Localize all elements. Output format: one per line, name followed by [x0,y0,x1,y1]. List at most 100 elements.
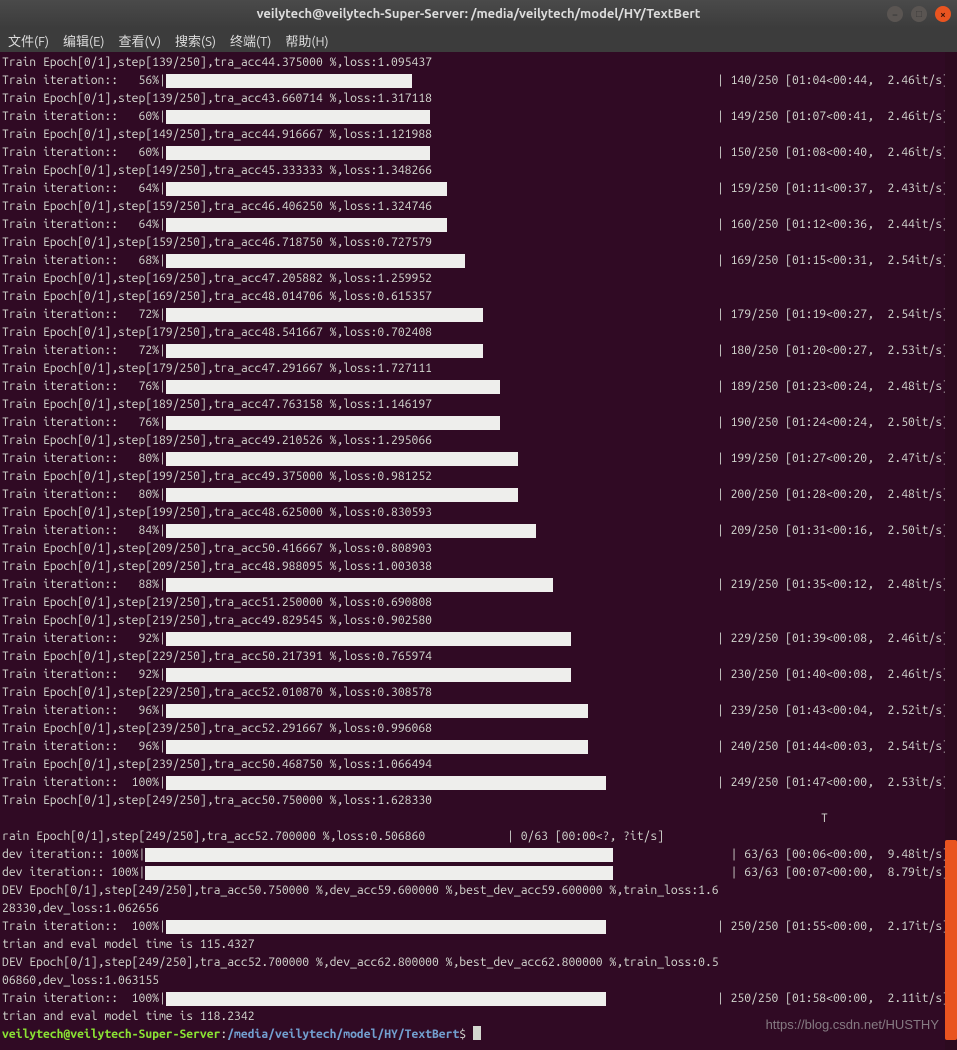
progress-bar [145,848,613,862]
train-iteration-prefix: Train iteration:: 76%| [2,378,166,396]
watermark-text: https://blog.csdn.net/HUSTHY [766,1016,939,1034]
train-iteration-prefix: Train iteration:: 80%| [2,450,166,468]
progress-bar [166,488,518,502]
train-iteration-prefix: Train iteration:: 80%| [2,486,166,504]
terminal-line: Train iteration:: 100%|| 249/250 [01:47<… [2,774,957,792]
progress-bar [166,632,571,646]
terminal-line: Train iteration:: 64%| | 160/250 [01:12<0… [2,216,957,234]
progress-bar [166,308,483,322]
close-button[interactable]: × [935,6,951,22]
terminal-line: Train iteration:: 56%| | 140/250 [01:04<0… [2,72,957,90]
log-text: rain Epoch[0/1],step[249/250],tra_acc52.… [2,828,664,846]
log-text: Train Epoch[0/1],step[199/250],tra_acc49… [2,468,432,486]
terminal-line: DEV Epoch[0/1],step[249/250],tra_acc52.7… [2,954,957,972]
progress-bar [166,992,606,1006]
log-text: 28330,dev_loss:1.062656 [2,900,159,918]
train-iteration-prefix: Train iteration:: 96%| [2,702,166,720]
menu-search[interactable]: 搜索(S) [175,31,216,50]
window-titlebar: veilytech@veilytech-Super-Server: /media… [0,0,957,28]
minimize-button[interactable]: − [887,6,903,22]
log-text: T [2,810,828,828]
progress-bar [145,866,613,880]
progress-stats: | 160/250 [01:12<00:36, 2.44it/s] [717,216,957,234]
menu-edit[interactable]: 编辑(E) [63,31,104,50]
terminal-line: Train Epoch[0/1],step[219/250],tra_acc51… [2,594,957,612]
terminal-line: dev iteration:: 100%| | 63/63 [00:06<00:0… [2,846,957,864]
progress-stats: | 240/250 [01:44<00:03, 2.54it/s] [717,738,957,756]
progress-stats: | 230/250 [01:40<00:08, 2.46it/s] [717,666,957,684]
terminal-line: Train Epoch[0/1],step[169/250],tra_acc48… [2,288,957,306]
progress-stats: | 190/250 [01:24<00:24, 2.50it/s] [717,414,957,432]
window-controls: − □ × [887,6,951,22]
terminal-line: Train Epoch[0/1],step[139/250],tra_acc43… [2,90,957,108]
log-text: Train Epoch[0/1],step[189/250],tra_acc49… [2,432,432,450]
terminal-line: Train Epoch[0/1],step[159/250],tra_acc46… [2,234,957,252]
progress-stats: | 63/63 [00:06<00:00, 9.48it/s] [731,846,957,864]
prompt-path: /media/veilytech/model/HY/TextBert [227,1026,459,1044]
terminal-line: Train Epoch[0/1],step[219/250],tra_acc49… [2,612,957,630]
log-text: Train Epoch[0/1],step[219/250],tra_acc49… [2,612,432,630]
terminal-line: Train Epoch[0/1],step[169/250],tra_acc47… [2,270,957,288]
terminal-line: Train iteration:: 96%| | 240/250 [01:44<0… [2,738,957,756]
progress-bar [166,344,483,358]
log-text: DEV Epoch[0/1],step[249/250],tra_acc50.7… [2,882,719,900]
menu-help[interactable]: 帮助(H) [285,31,328,50]
terminal-line: Train iteration:: 88%|| 219/250 [01:35<0… [2,576,957,594]
menu-view[interactable]: 查看(V) [119,31,161,50]
progress-stats: | 239/250 [01:43<00:04, 2.52it/s] [717,702,957,720]
terminal-line: Train iteration:: 60%|| 150/250 [01:08<0… [2,144,957,162]
terminal-line: Train iteration:: 76%| | 189/250 [01:23<0… [2,378,957,396]
scrollbar-thumb[interactable] [945,840,957,1040]
train-iteration-prefix: Train iteration:: 96%| [2,738,166,756]
progress-stats: | 180/250 [01:20<00:27, 2.53it/s] [717,342,957,360]
terminal-line: Train iteration:: 96%| | 239/250 [01:43<0… [2,702,957,720]
progress-stats: | 250/250 [01:55<00:00, 2.17it/s] [717,918,957,936]
train-iteration-prefix: Train iteration:: 64%| [2,216,166,234]
terminal-area[interactable]: Train Epoch[0/1],step[139/250],tra_acc44… [0,52,957,1050]
dev-iteration-prefix: dev iteration:: 100%| [2,846,145,864]
train-iteration-prefix: Train iteration:: 100%| [2,774,166,792]
terminal-line: Train Epoch[0/1],step[199/250],tra_acc49… [2,468,957,486]
progress-bar [166,578,553,592]
terminal-line: Train Epoch[0/1],step[199/250],tra_acc48… [2,504,957,522]
scrollbar-track[interactable] [945,52,957,1050]
progress-stats: | 200/250 [01:28<00:20, 2.48it/s] [717,486,957,504]
log-text: Train Epoch[0/1],step[169/250],tra_acc48… [2,288,432,306]
progress-stats: | 149/250 [01:07<00:41, 2.46it/s] [717,108,957,126]
terminal-line: Train Epoch[0/1],step[179/250],tra_acc47… [2,360,957,378]
progress-stats: | 140/250 [01:04<00:44, 2.46it/s] [717,72,957,90]
train-iteration-prefix: Train iteration:: 72%| [2,342,166,360]
window-title: veilytech@veilytech-Super-Server: /media… [257,7,701,21]
progress-bar [166,416,500,430]
terminal-line: Train Epoch[0/1],step[209/250],tra_acc50… [2,540,957,558]
log-text: Train Epoch[0/1],step[239/250],tra_acc50… [2,756,432,774]
log-text: Train Epoch[0/1],step[209/250],tra_acc48… [2,558,432,576]
progress-bar [166,110,430,124]
log-text: Train Epoch[0/1],step[179/250],tra_acc47… [2,360,432,378]
log-text: Train Epoch[0/1],step[169/250],tra_acc47… [2,270,432,288]
train-iteration-prefix: Train iteration:: 56%| [2,72,166,90]
progress-bar [166,920,606,934]
terminal-line: trian and eval model time is 115.4327 [2,936,957,954]
log-text: Train Epoch[0/1],step[189/250],tra_acc47… [2,396,432,414]
progress-bar [166,452,518,466]
log-text: Train Epoch[0/1],step[179/250],tra_acc48… [2,324,432,342]
train-iteration-prefix: Train iteration:: 72%| [2,306,166,324]
progress-stats: | 189/250 [01:23<00:24, 2.48it/s] [717,378,957,396]
terminal-line: T [2,810,957,828]
menu-terminal[interactable]: 终端(T) [230,31,271,50]
menubar: 文件(F) 编辑(E) 查看(V) 搜索(S) 终端(T) 帮助(H) [0,28,957,52]
maximize-button[interactable]: □ [911,6,927,22]
train-iteration-prefix: Train iteration:: 68%| [2,252,166,270]
terminal-line: Train Epoch[0/1],step[139/250],tra_acc44… [2,54,957,72]
terminal-line: rain Epoch[0/1],step[249/250],tra_acc52.… [2,828,957,846]
terminal-line: Train iteration:: 68%|| 169/250 [01:15<0… [2,252,957,270]
progress-stats: | 250/250 [01:58<00:00, 2.11it/s] [717,990,957,1008]
terminal-line: Train iteration:: 84%|| 209/250 [01:31<0… [2,522,957,540]
progress-stats: | 199/250 [01:27<00:20, 2.47it/s] [717,450,957,468]
progress-stats: | 209/250 [01:31<00:16, 2.50it/s] [717,522,957,540]
terminal-line: Train iteration:: 72%| | 180/250 [01:20<0… [2,342,957,360]
menu-file[interactable]: 文件(F) [8,31,49,50]
terminal-line: Train Epoch[0/1],step[189/250],tra_acc47… [2,396,957,414]
terminal-line: Train Epoch[0/1],step[239/250],tra_acc52… [2,720,957,738]
